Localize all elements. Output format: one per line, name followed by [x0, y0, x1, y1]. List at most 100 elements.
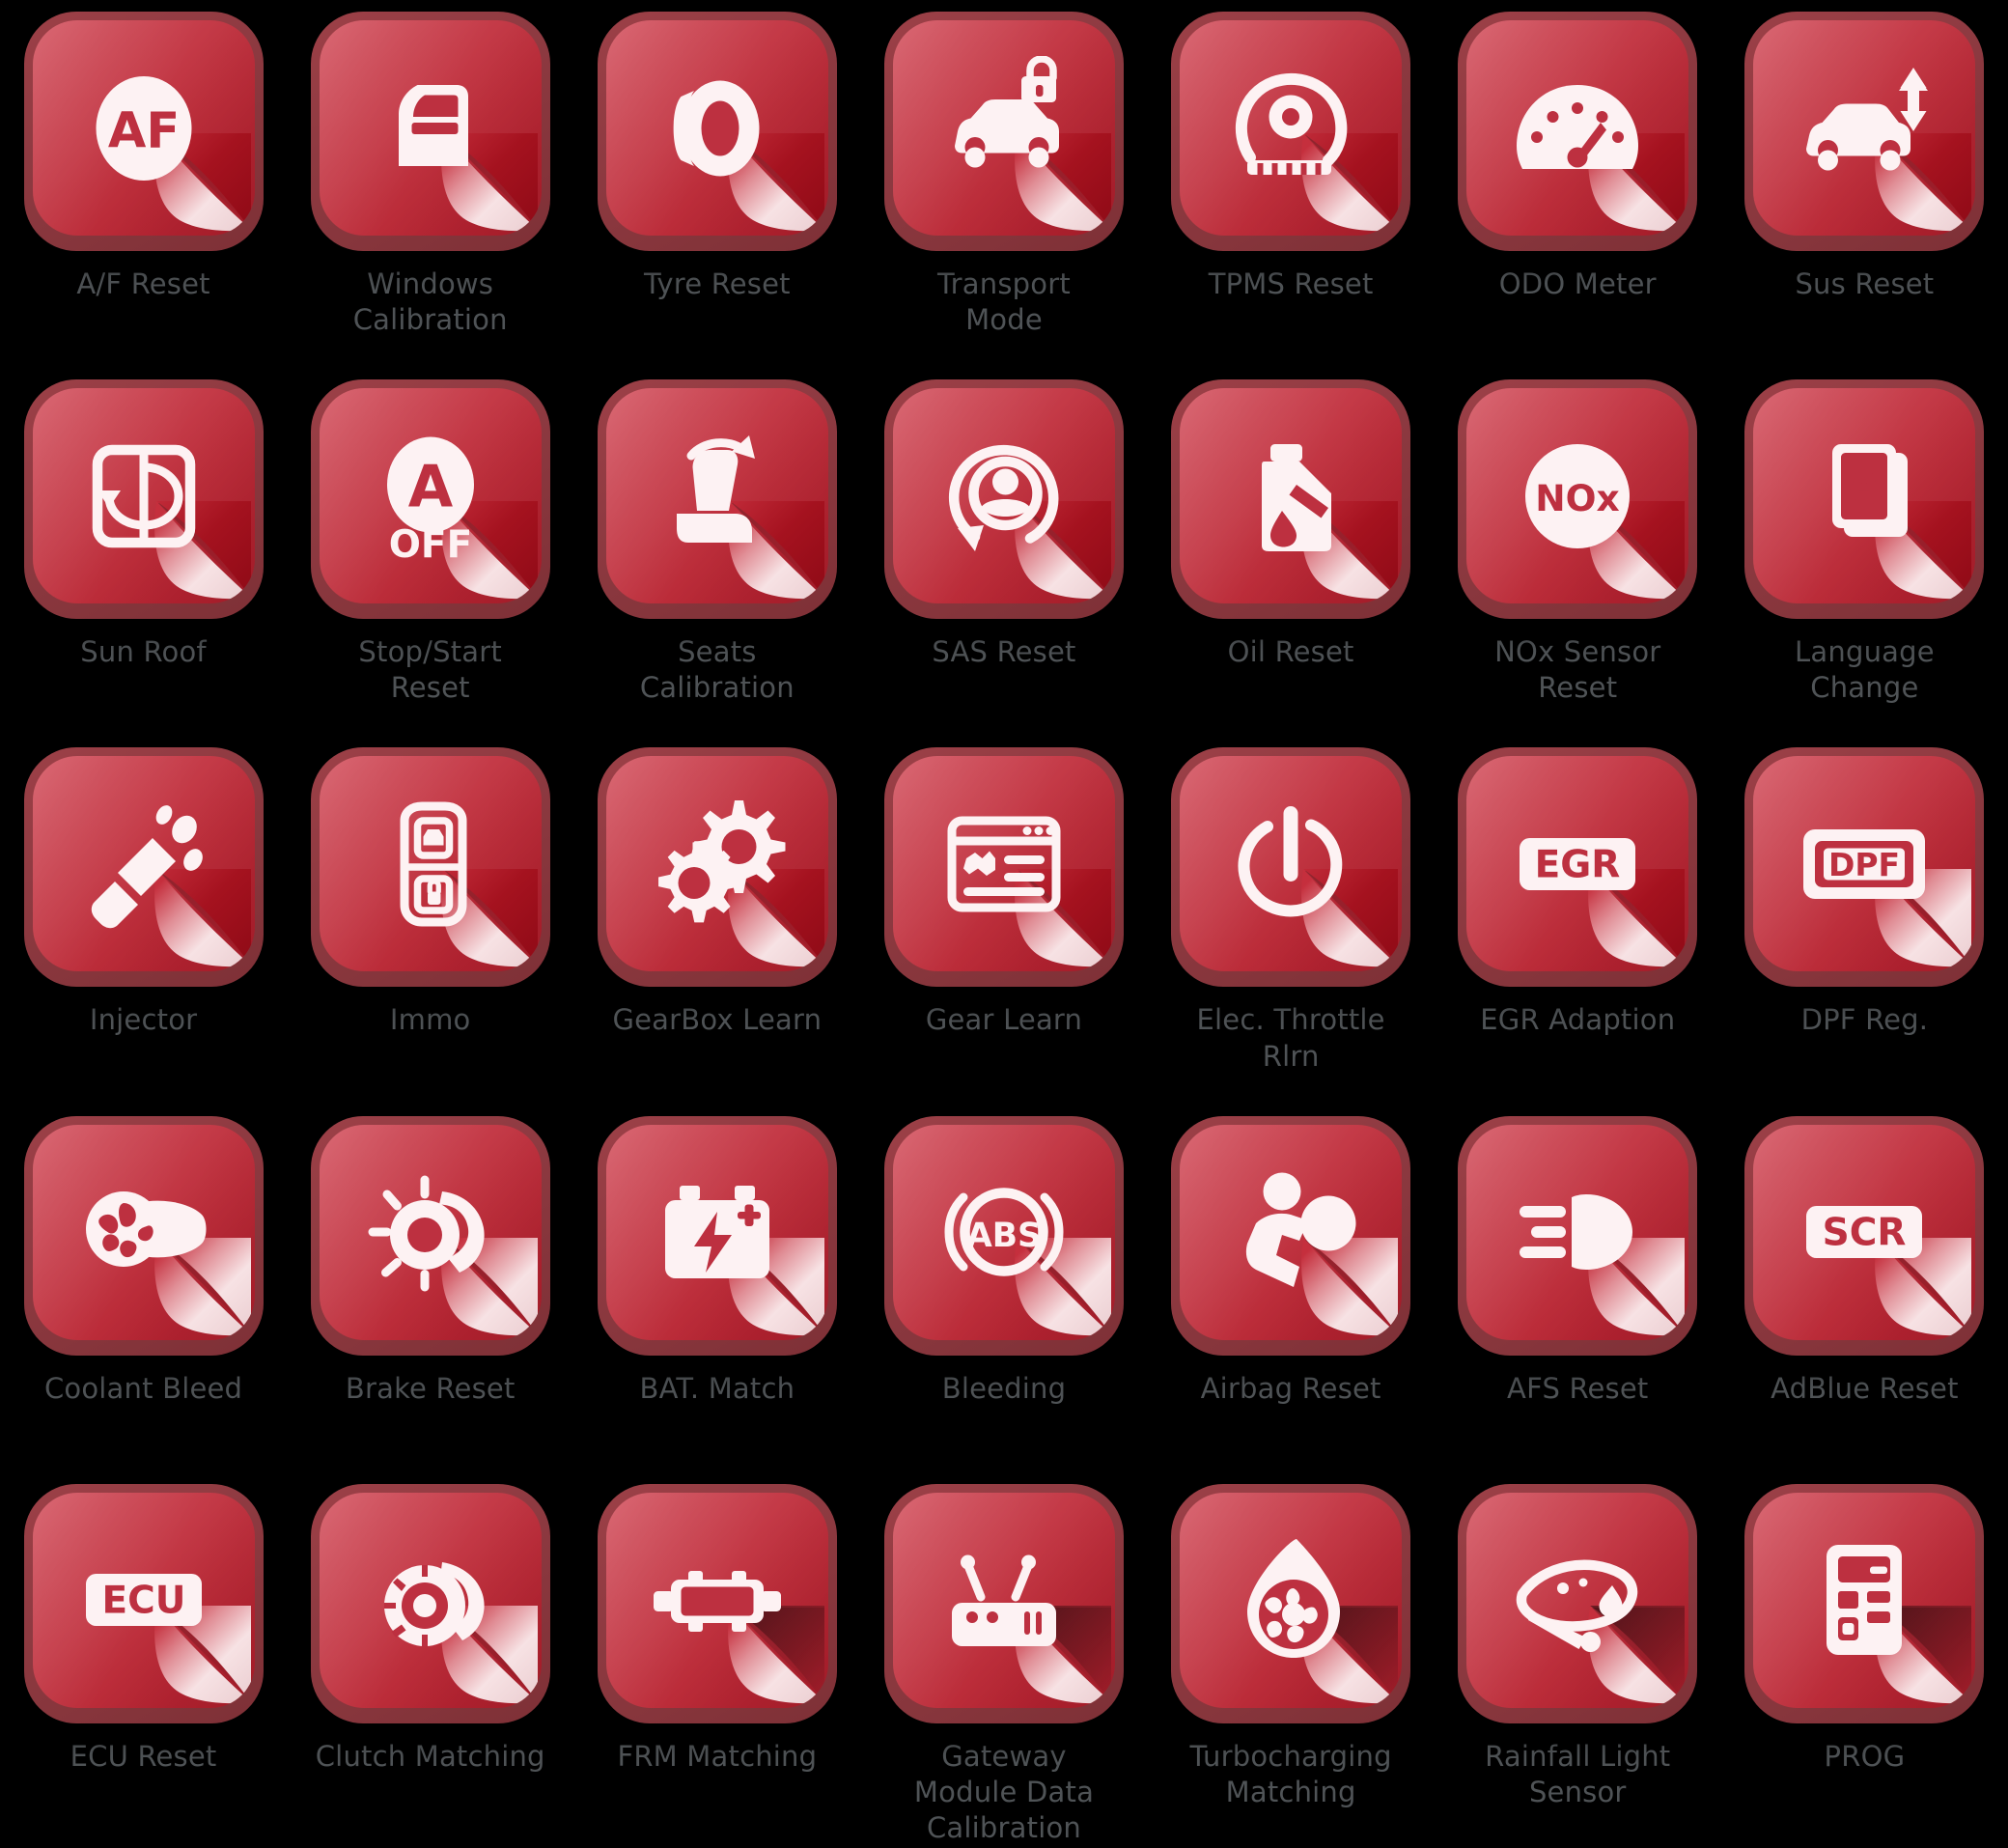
- tile-graphic[interactable]: [310, 747, 550, 988]
- tile-graphic[interactable]: [597, 379, 837, 620]
- service-tile-a-off-autostop[interactable]: A OFF Stop/Start Reset: [287, 376, 573, 743]
- service-tile-scr-badge[interactable]: SCR AdBlue Reset: [1721, 1112, 2008, 1480]
- service-tile-sunroof-rotate[interactable]: Sun Roof: [0, 376, 287, 743]
- tile-face: [1180, 1492, 1403, 1708]
- tile-bezel: [1744, 12, 1985, 251]
- tile-graphic[interactable]: [883, 12, 1124, 251]
- tile-bezel: DPF: [1744, 747, 1985, 988]
- service-tile-immobilizer-key-fob[interactable]: Immo: [287, 743, 573, 1111]
- service-tile-odometer-gauge[interactable]: ODO Meter: [1435, 8, 1721, 376]
- tile-graphic[interactable]: [597, 12, 837, 251]
- service-tile-rain-light-sensor[interactable]: Rainfall Light Sensor: [1435, 1480, 1721, 1848]
- tile-graphic[interactable]: ECU: [23, 1483, 264, 1723]
- car-transport-lock-icon: [893, 20, 1115, 236]
- tile-graphic[interactable]: [1171, 747, 1411, 988]
- service-tile-egr-badge[interactable]: EGR EGR Adaption: [1435, 743, 1721, 1111]
- tile-graphic[interactable]: [1744, 12, 1985, 251]
- tile-face: [319, 1492, 542, 1708]
- tile-graphic[interactable]: [597, 1483, 837, 1723]
- service-tile-abs-brake[interactable]: ABS Bleeding: [860, 1112, 1147, 1480]
- svg-text:A: A: [1845, 457, 1885, 518]
- brake-disc-pad-icon: [320, 1125, 542, 1340]
- service-tile-steering-angle-sensor[interactable]: SAS Reset: [860, 376, 1147, 743]
- service-tile-gear-window-list[interactable]: Gear Learn: [860, 743, 1147, 1111]
- tile-graphic[interactable]: A: [1744, 379, 1985, 620]
- service-tile-battery-bolt[interactable]: BAT. Match: [573, 1112, 860, 1480]
- tile-graphic[interactable]: [1458, 1115, 1698, 1356]
- service-tile-fuel-injector-spray[interactable]: Injector: [0, 743, 287, 1111]
- service-tile-tyre[interactable]: Tyre Reset: [573, 8, 860, 376]
- tile-graphic[interactable]: SCR: [1744, 1115, 1985, 1356]
- service-tile-seat-rotate[interactable]: Seats Calibration: [573, 376, 860, 743]
- service-tile-coolant-pump[interactable]: Coolant Bleed: [0, 1112, 287, 1480]
- tile-graphic[interactable]: ABS: [883, 1115, 1124, 1356]
- service-tile-frm-module[interactable]: FRM Matching: [573, 1480, 860, 1848]
- tile-graphic[interactable]: [1171, 1115, 1411, 1356]
- tile-graphic[interactable]: [310, 1115, 550, 1356]
- service-tile-brake-disc-pad[interactable]: Brake Reset: [287, 1112, 573, 1480]
- svg-text:NOx: NOx: [1536, 477, 1620, 519]
- service-tile-oil-can-drop[interactable]: Oil Reset: [1148, 376, 1435, 743]
- tile-graphic[interactable]: DPF: [1744, 747, 1985, 988]
- service-tile-airbag-occupant[interactable]: Airbag Reset: [1148, 1112, 1435, 1480]
- tile-graphic[interactable]: A OFF: [310, 379, 550, 620]
- service-tile-dpf-badge[interactable]: DPF DPF Reg.: [1721, 743, 2008, 1111]
- svg-text:A: A: [407, 453, 453, 520]
- service-tile-nox-circle[interactable]: NOx NOx Sensor Reset: [1435, 376, 1721, 743]
- tile-label: Transport Mode: [937, 267, 1071, 337]
- service-tile-car-suspension-arrows[interactable]: Sus Reset: [1721, 8, 2008, 376]
- tile-graphic[interactable]: [1744, 1483, 1985, 1723]
- service-tile-tyre-pressure-sensor[interactable]: TPMS Reset: [1148, 8, 1435, 376]
- tile-face: [605, 20, 828, 236]
- tile-label: Elec. Throttle Rlrn: [1196, 1003, 1385, 1073]
- tile-graphic[interactable]: [23, 1115, 264, 1356]
- tile-bezel: AF: [23, 12, 264, 251]
- service-tile-gateway-module-antenna[interactable]: Gateway Module Data Calibration: [860, 1480, 1147, 1848]
- tile-graphic[interactable]: [310, 12, 550, 251]
- tile-label: AFS Reset: [1507, 1371, 1649, 1405]
- service-tile-double-gear[interactable]: GearBox Learn: [573, 743, 860, 1111]
- tile-graphic[interactable]: [1171, 12, 1411, 251]
- nox-circle-icon: NOx: [1466, 388, 1688, 603]
- tyre-icon: [606, 20, 828, 236]
- tile-bezel: [1171, 747, 1411, 988]
- tile-bezel: [883, 1483, 1124, 1723]
- tile-graphic[interactable]: AF: [23, 12, 264, 251]
- tile-graphic[interactable]: [597, 1115, 837, 1356]
- tile-graphic[interactable]: [310, 1483, 550, 1723]
- service-tile-car-door-window[interactable]: Windows Calibration: [287, 8, 573, 376]
- af-circle-icon: AF: [33, 20, 255, 236]
- service-tile-car-transport-lock[interactable]: Transport Mode: [860, 8, 1147, 376]
- tile-graphic[interactable]: [883, 747, 1124, 988]
- service-tile-clutch-disc[interactable]: Clutch Matching: [287, 1480, 573, 1848]
- tile-graphic[interactable]: [597, 747, 837, 988]
- tile-graphic[interactable]: [1171, 1483, 1411, 1723]
- service-tile-language-book-a[interactable]: A Language Change: [1721, 376, 2008, 743]
- tile-face: [605, 1492, 828, 1708]
- tile-graphic[interactable]: [23, 747, 264, 988]
- clutch-disc-icon: [320, 1493, 542, 1708]
- tile-face: [1180, 388, 1403, 604]
- tile-label: Tyre Reset: [643, 267, 791, 300]
- service-tile-af-circle[interactable]: AF A/F Reset: [0, 8, 287, 376]
- service-tile-headlight-beam[interactable]: AFS Reset: [1435, 1112, 1721, 1480]
- service-tile-electronic-throttle-body[interactable]: Elec. Throttle Rlrn: [1148, 743, 1435, 1111]
- double-gear-icon: [606, 756, 828, 971]
- service-tile-turbocharger-drop[interactable]: Turbocharging Matching: [1148, 1480, 1435, 1848]
- tile-bezel: [1171, 1483, 1411, 1723]
- tile-face: ECU: [32, 1492, 255, 1708]
- tile-graphic[interactable]: [883, 379, 1124, 620]
- tile-bezel: [883, 747, 1124, 988]
- tile-graphic[interactable]: NOx: [1458, 379, 1698, 620]
- tile-face: [892, 20, 1115, 236]
- tile-graphic[interactable]: [883, 1483, 1124, 1723]
- tile-label: Sun Roof: [80, 635, 207, 669]
- service-tile-programmer-device[interactable]: PROG: [1721, 1480, 2008, 1848]
- service-tile-ecu-badge[interactable]: ECU ECU Reset: [0, 1480, 287, 1848]
- tile-graphic[interactable]: [1458, 1483, 1698, 1723]
- tile-graphic[interactable]: [1458, 12, 1698, 251]
- tile-graphic[interactable]: [23, 379, 264, 620]
- tile-label: AdBlue Reset: [1771, 1371, 1959, 1405]
- tile-graphic[interactable]: [1171, 379, 1411, 620]
- tile-graphic[interactable]: EGR: [1458, 747, 1698, 988]
